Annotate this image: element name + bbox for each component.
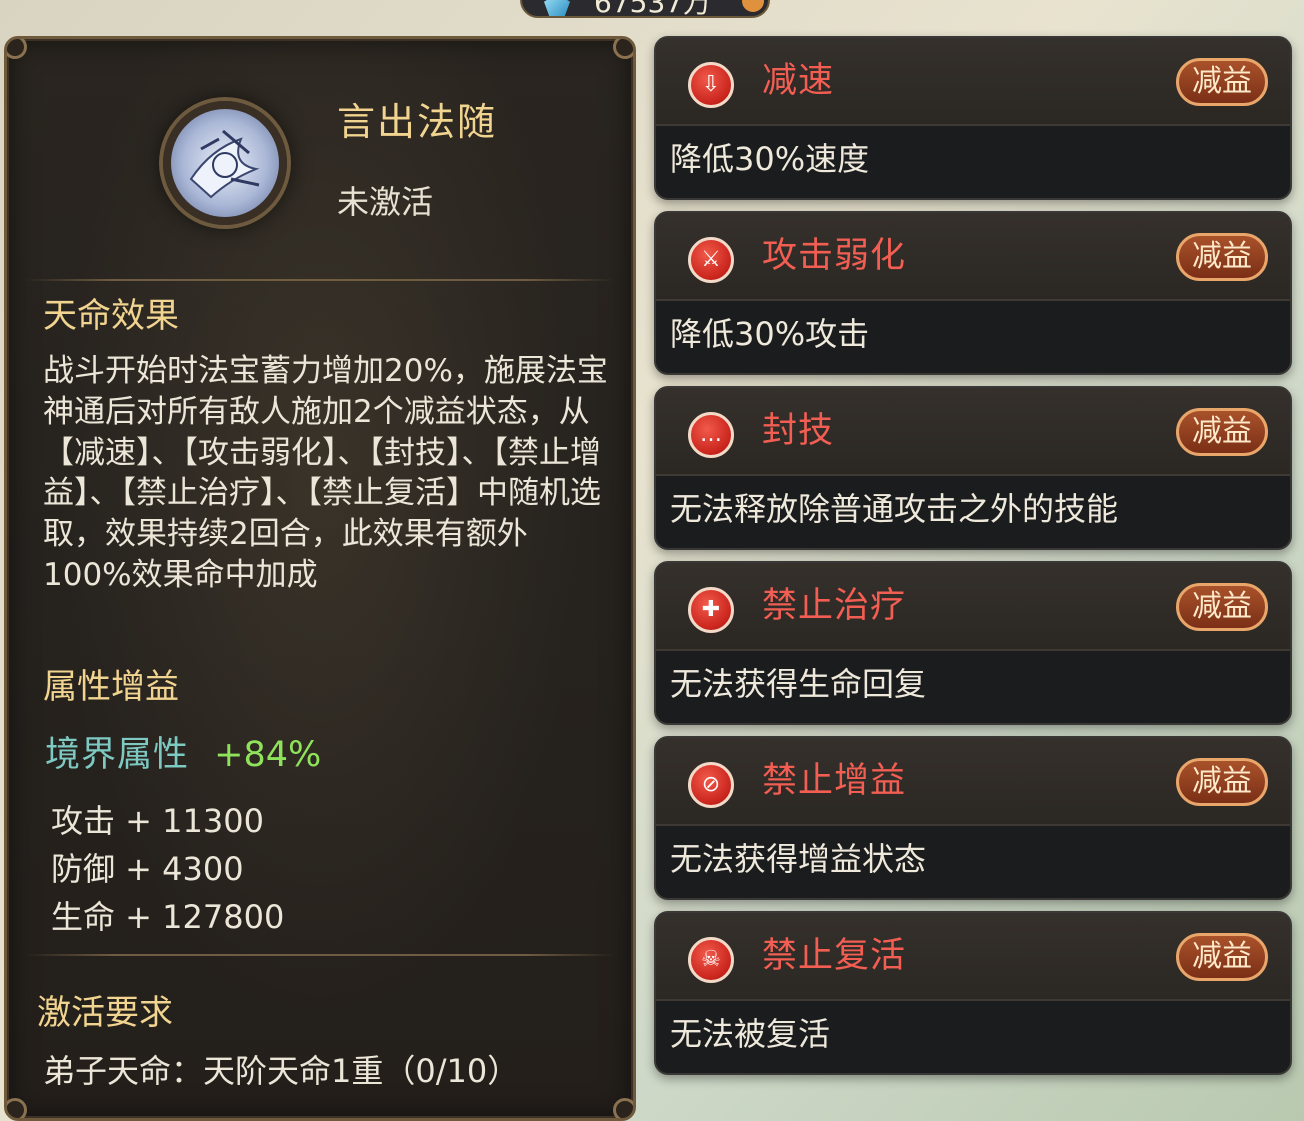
debuff-name: 禁止增益 xyxy=(762,761,907,801)
debuff-card-attack-weaken[interactable]: ⚔ 攻击弱化 减益 降低30%攻击 xyxy=(654,211,1292,375)
debuff-description: 降低30%攻击 xyxy=(670,315,870,353)
effect-description: 战斗开始时法宝蓄力增加20%，施展法宝神通后对所有敌人施加2个减益状态，从【减速… xyxy=(43,353,608,593)
debuff-name: 禁止治疗 xyxy=(762,586,907,626)
debuff-description: 无法获得增益状态 xyxy=(670,840,927,878)
debuff-description: 无法获得生命回复 xyxy=(670,665,927,703)
destiny-detail-panel: 言出法随 未激活 天命效果 战斗开始时法宝蓄力增加20%，施展法宝神通后对所有敌… xyxy=(4,36,636,1121)
add-currency-icon[interactable] xyxy=(742,0,764,12)
requirement-heading: 激活要求 xyxy=(37,993,173,1033)
debuff-name: 攻击弱化 xyxy=(762,236,907,276)
debuff-tag-badge: 减益 xyxy=(1176,58,1268,106)
skill-status: 未激活 xyxy=(337,183,434,221)
silence-speech-icon: … xyxy=(688,412,734,458)
section-divider xyxy=(25,279,615,281)
attribute-heading: 属性增益 xyxy=(43,667,179,707)
debuff-tag-badge: 减益 xyxy=(1176,583,1268,631)
skill-emblem-icon xyxy=(163,101,287,225)
currency-amount: 67537万 xyxy=(594,0,712,19)
debuff-description: 降低30%速度 xyxy=(670,140,870,178)
debuff-description: 无法释放除普通攻击之外的技能 xyxy=(670,490,1119,528)
no-revive-icon: ☠ xyxy=(688,937,734,983)
debuff-card-no-revive[interactable]: ☠ 禁止复活 减益 无法被复活 xyxy=(654,911,1292,1075)
debuff-tag-badge: 减益 xyxy=(1176,758,1268,806)
corner-ornament xyxy=(7,1098,27,1118)
stat-defense: 防御 + 4300 xyxy=(51,850,244,888)
debuff-name: 禁止复活 xyxy=(762,936,907,976)
requirement-text: 弟子天命：天阶天命1重（0/10） xyxy=(43,1052,520,1090)
broken-sword-icon: ⚔ xyxy=(688,237,734,283)
debuff-card-no-buff[interactable]: ⊘ 禁止增益 减益 无法获得增益状态 xyxy=(654,736,1292,900)
debuff-name: 封技 xyxy=(762,411,835,451)
debuff-name: 减速 xyxy=(762,61,835,101)
no-heal-cross-icon: ✚ xyxy=(688,587,734,633)
stat-health: 生命 + 127800 xyxy=(51,898,285,936)
debuff-description: 无法被复活 xyxy=(670,1015,831,1053)
debuff-tag-badge: 减益 xyxy=(1176,233,1268,281)
skill-title: 言出法随 xyxy=(337,100,498,144)
debuff-card-slow[interactable]: ⇩ 减速 减益 降低30%速度 xyxy=(654,36,1292,200)
realm-attribute-value: +84% xyxy=(214,735,322,775)
stat-attack: 攻击 + 11300 xyxy=(51,802,264,840)
realm-attribute-row: 境界属性 +84% xyxy=(45,733,321,777)
corner-ornament xyxy=(7,39,27,59)
no-buff-icon: ⊘ xyxy=(688,762,734,808)
effect-heading: 天命效果 xyxy=(43,296,179,336)
section-divider xyxy=(25,954,615,956)
corner-ornament xyxy=(613,39,633,59)
debuff-card-no-heal[interactable]: ✚ 禁止治疗 减益 无法获得生命回复 xyxy=(654,561,1292,725)
debuff-tag-badge: 减益 xyxy=(1176,933,1268,981)
debuff-tag-badge: 减益 xyxy=(1176,408,1268,456)
slow-boot-icon: ⇩ xyxy=(688,62,734,108)
corner-ornament xyxy=(613,1098,633,1118)
realm-attribute-label: 境界属性 xyxy=(45,735,190,775)
crystal-gem-icon xyxy=(544,0,570,16)
currency-display: 67537万 xyxy=(520,0,770,18)
debuff-card-silence[interactable]: … 封技 减益 无法释放除普通攻击之外的技能 xyxy=(654,386,1292,550)
